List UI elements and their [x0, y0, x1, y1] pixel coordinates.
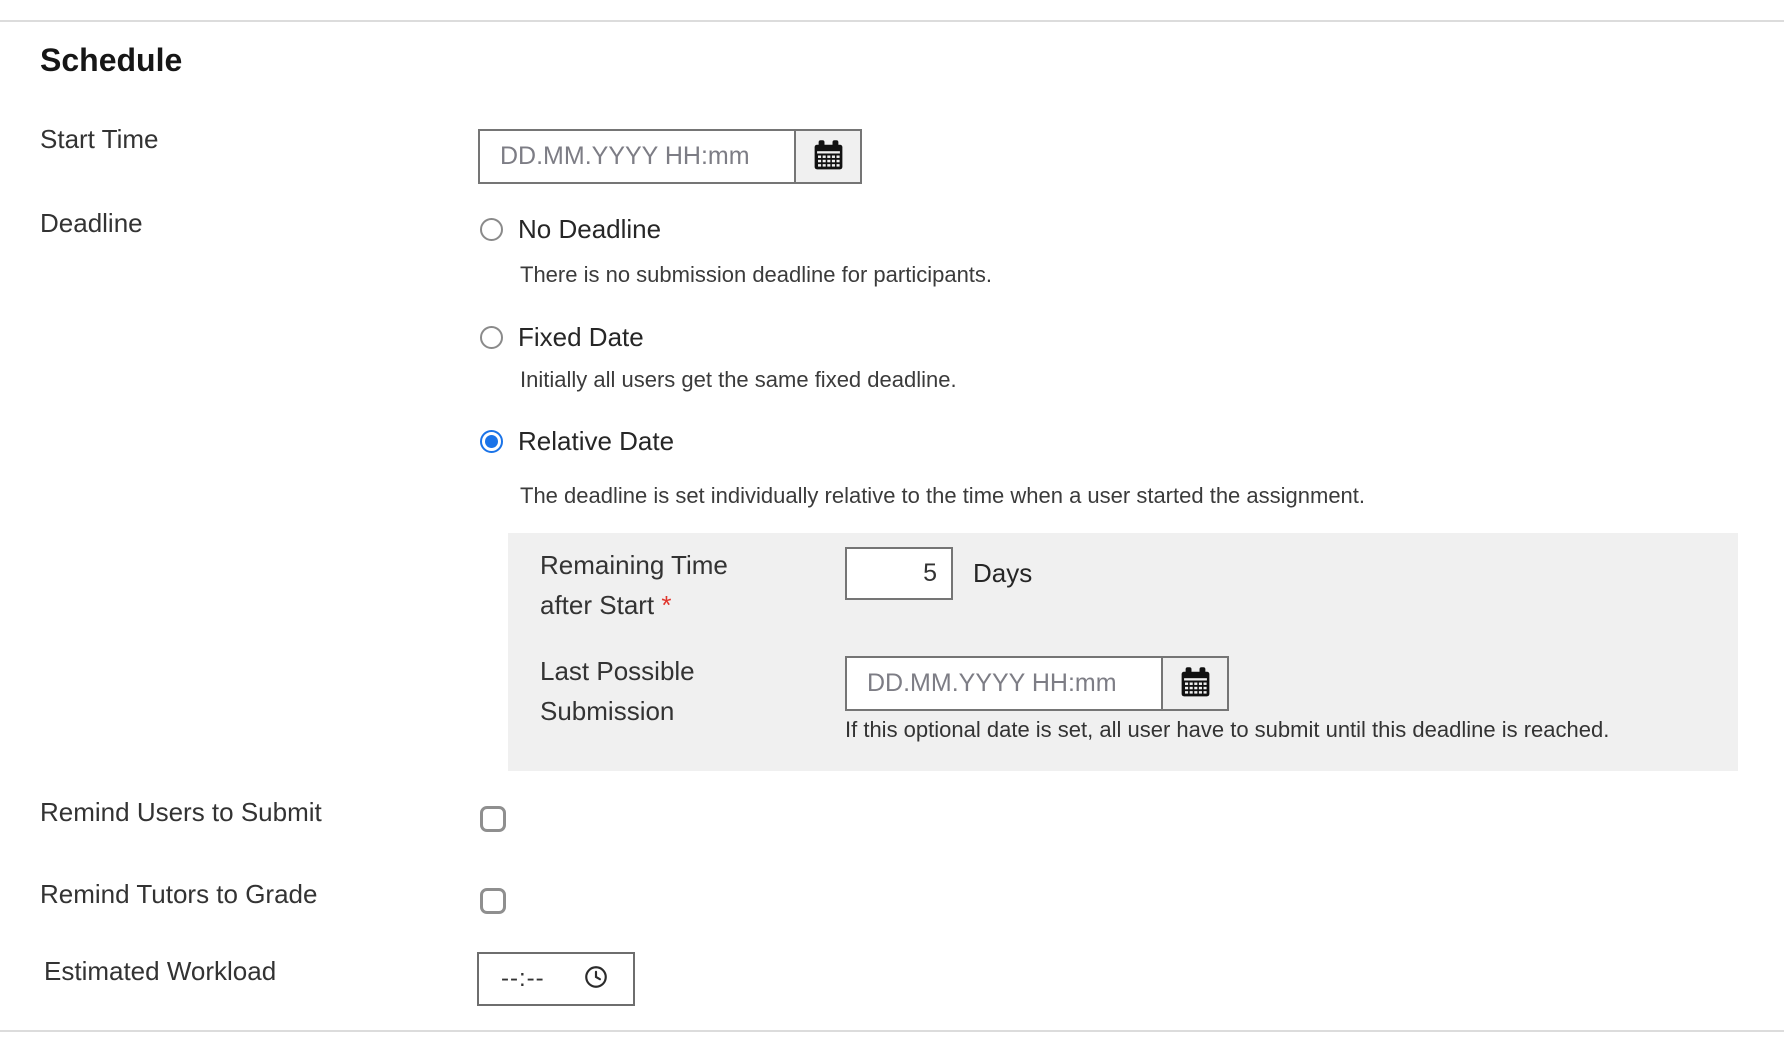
option-description: Initially all users get the same fixed d…: [520, 367, 957, 393]
remind-tutors-label: Remind Tutors to Grade: [40, 879, 317, 910]
estimated-workload-input[interactable]: --:--: [477, 952, 635, 1006]
schedule-form-section: Schedule Start Time Deadline: [0, 0, 1784, 1040]
required-marker: *: [661, 590, 671, 620]
option-description: There is no submission deadline for part…: [520, 262, 992, 288]
start-time-field-group: [478, 129, 862, 184]
last-submission-field-group: [845, 656, 1229, 711]
radio-label: Fixed Date: [518, 322, 644, 353]
radio-label: Relative Date: [518, 426, 674, 457]
remind-users-label: Remind Users to Submit: [40, 797, 322, 828]
calendar-icon: [1177, 664, 1214, 704]
last-possible-submission-label: Last Possible Submission: [540, 651, 695, 731]
section-title: Schedule: [40, 42, 182, 79]
option-description: The deadline is set individually relativ…: [520, 483, 1365, 509]
start-time-label: Start Time: [40, 124, 158, 155]
start-time-calendar-button[interactable]: [795, 129, 862, 184]
radio-label: No Deadline: [518, 214, 661, 245]
radio-icon-selected[interactable]: [480, 430, 503, 453]
last-submission-help-text: If this optional date is set, all user h…: [845, 717, 1609, 743]
remaining-days-input[interactable]: [845, 547, 953, 600]
deadline-label: Deadline: [40, 208, 143, 239]
days-unit-label: Days: [973, 547, 1032, 600]
remind-tutors-checkbox[interactable]: [480, 888, 506, 914]
remaining-time-label: Remaining Time after Start *: [540, 545, 728, 625]
time-value: --:--: [501, 965, 545, 993]
start-time-input[interactable]: [478, 129, 795, 184]
deadline-option-relative-date[interactable]: Relative Date: [480, 426, 674, 457]
calendar-icon: [810, 137, 847, 177]
bottom-divider: [0, 1030, 1784, 1032]
last-submission-calendar-button[interactable]: [1162, 656, 1229, 711]
deadline-option-no-deadline[interactable]: No Deadline: [480, 214, 661, 245]
clock-icon: [583, 964, 609, 995]
top-divider: [0, 20, 1784, 22]
radio-icon[interactable]: [480, 326, 503, 349]
estimated-workload-label: Estimated Workload: [44, 956, 276, 987]
last-submission-input[interactable]: [845, 656, 1162, 711]
radio-icon[interactable]: [480, 218, 503, 241]
relative-date-panel: Remaining Time after Start * Days Last P…: [508, 533, 1738, 771]
remind-users-checkbox[interactable]: [480, 806, 506, 832]
deadline-option-fixed-date[interactable]: Fixed Date: [480, 322, 644, 353]
